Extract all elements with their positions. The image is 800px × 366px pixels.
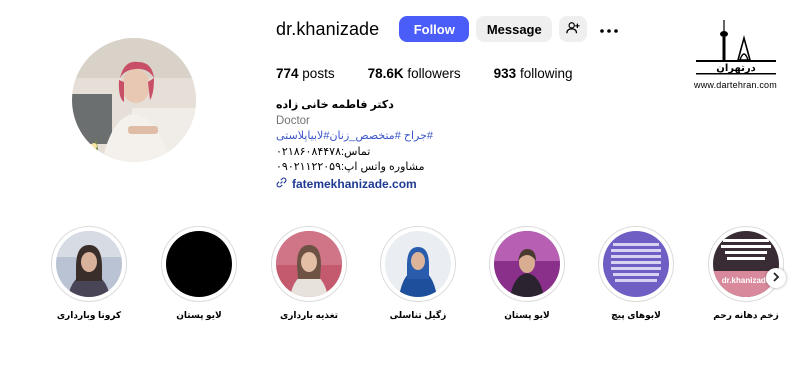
highlight-ring: dr.khanizade bbox=[708, 226, 784, 302]
highlight-label: کرونا وبارداری bbox=[56, 310, 122, 320]
highlight-thumbnail bbox=[276, 231, 342, 297]
following-count: 933 bbox=[493, 66, 517, 81]
highlight-label: تغذیه بارداری bbox=[279, 310, 339, 320]
category-label: Doctor bbox=[276, 114, 310, 127]
username: dr.khanizade bbox=[276, 18, 380, 39]
following-stat[interactable]: 933 following bbox=[494, 66, 573, 81]
bio-hashtags[interactable]: #جراح #متخصص_زنان#لابیاپلاستی bbox=[276, 129, 436, 145]
bio-phone: تماس:۰۲۱۸۶۰۸۴۴۷۸ bbox=[276, 145, 371, 158]
followers-stat[interactable]: 78.6K followers bbox=[368, 66, 461, 81]
highlight-item[interactable]: لابوهای پیچ bbox=[596, 226, 676, 321]
bio-website-link[interactable]: fatemekhanizade.com bbox=[276, 177, 436, 193]
highlight-label: لایو پستان bbox=[504, 310, 550, 320]
highlight-ring bbox=[598, 226, 674, 302]
watermark-url: www.dartehran.com bbox=[694, 80, 777, 90]
highlight-item[interactable]: لایو پستان bbox=[487, 226, 567, 321]
story-highlights: dr.khanizade زخم دهانه رحم لابوهای پیچ ل… bbox=[0, 226, 800, 336]
highlight-thumbnail bbox=[56, 231, 122, 297]
profile-avatar[interactable] bbox=[72, 38, 196, 162]
more-options-button[interactable] bbox=[595, 16, 623, 42]
add-user-icon bbox=[566, 21, 580, 38]
highlight-ring bbox=[161, 226, 237, 302]
posts-label: posts bbox=[302, 66, 335, 81]
profile-bio: دکتر فاطمه خانی زاده Doctor #جراح #متخصص… bbox=[276, 98, 436, 192]
link-icon bbox=[276, 177, 292, 193]
highlight-item[interactable]: تغذیه بارداری bbox=[269, 226, 349, 321]
profile-header: dr.khanizade Follow Message bbox=[276, 15, 623, 43]
bio-whatsapp: مشاوره واتس اپ:۰۹۰۲۱۱۲۲۰۵۹ bbox=[276, 161, 425, 173]
highlight-item[interactable]: لایو پستان bbox=[159, 226, 239, 321]
highlight-ring bbox=[380, 226, 456, 302]
highlight-label: لابوهای پیچ bbox=[611, 310, 661, 320]
highlight-label: لایو پستان bbox=[176, 310, 222, 320]
website-text: fatemekhanizade.com bbox=[292, 176, 417, 191]
highlight-thumbnail bbox=[166, 231, 232, 297]
more-horizontal-icon bbox=[600, 20, 619, 38]
highlight-ring bbox=[271, 226, 347, 302]
highlight-thumbnail bbox=[385, 231, 451, 297]
full-name: دکتر فاطمه خانی زاده bbox=[276, 99, 394, 111]
highlight-thumb-text: dr.khanizade bbox=[722, 276, 771, 285]
highlights-next-button[interactable] bbox=[766, 268, 786, 288]
profile-stats: 774 posts 78.6K followers 933 following bbox=[276, 66, 605, 81]
profile-photo-image bbox=[72, 38, 196, 162]
highlight-item[interactable]: کرونا وبارداری bbox=[49, 226, 129, 321]
posts-stat: 774 posts bbox=[276, 66, 335, 81]
posts-count: 774 bbox=[276, 66, 299, 81]
suggested-accounts-button[interactable] bbox=[559, 16, 588, 42]
followers-label: followers bbox=[407, 66, 461, 81]
follow-button[interactable]: Follow bbox=[399, 16, 470, 42]
milad-tower-logo-icon: درتهران bbox=[696, 20, 776, 75]
highlight-thumbnail: dr.khanizade bbox=[713, 231, 779, 297]
message-button[interactable]: Message bbox=[476, 16, 553, 42]
highlight-ring bbox=[51, 226, 127, 302]
watermark-brand-text: درتهران bbox=[716, 63, 755, 74]
highlight-ring bbox=[489, 226, 565, 302]
highlight-label: زخم دهانه رحم bbox=[713, 310, 779, 320]
highlight-label: زگیل تناسلی bbox=[389, 310, 447, 320]
highlight-item[interactable]: زگیل تناسلی bbox=[378, 226, 458, 321]
highlight-thumbnail bbox=[603, 231, 669, 297]
followers-count: 78.6K bbox=[367, 66, 404, 81]
chevron-right-icon bbox=[772, 269, 780, 287]
following-label: following bbox=[519, 66, 573, 81]
highlight-thumbnail bbox=[494, 231, 560, 297]
